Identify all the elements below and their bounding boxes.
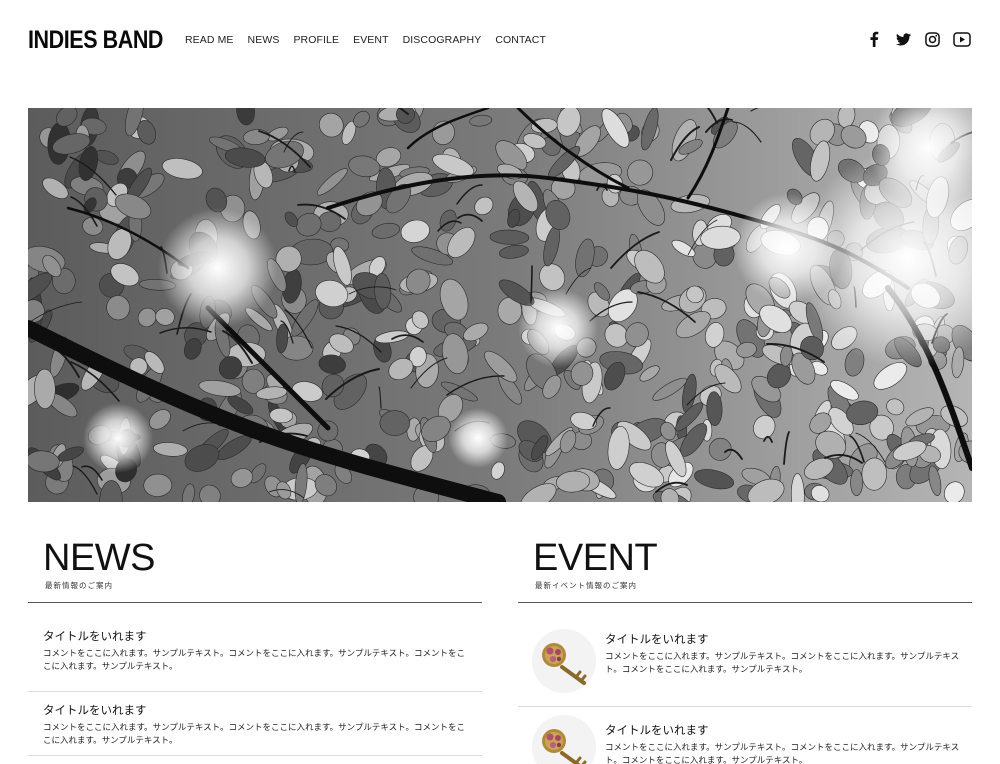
news-divider	[28, 602, 482, 603]
hero-leaf	[850, 469, 863, 497]
nav-item-discography[interactable]: DISCOGRAPHY	[403, 34, 482, 46]
event-item-title[interactable]: タイトルをいれます	[605, 723, 963, 737]
instagram-icon[interactable]	[923, 30, 941, 48]
event-thumbnail[interactable]	[532, 629, 596, 693]
event-section: EVENT 最新イベント情報のご案内 タイトルをいれます コメントをここに入れま…	[518, 536, 972, 764]
youtube-icon[interactable]	[952, 30, 972, 48]
nav-item-news[interactable]: NEWS	[248, 34, 280, 46]
facebook-icon[interactable]	[865, 30, 883, 48]
twitter-icon[interactable]	[894, 30, 912, 48]
nav-item-event[interactable]: EVENT	[353, 34, 389, 46]
event-subtitle: 最新イベント情報のご案内	[535, 581, 637, 590]
news-item[interactable]: タイトルをいれます コメントをここに入れます。サンプルテキスト。コメントをここに…	[28, 629, 482, 692]
event-item[interactable]: タイトルをいれます コメントをここに入れます。サンプルテキスト。コメントをここに…	[518, 629, 972, 707]
site-header: INDIES BAND READ ME NEWS PROFILE EVENT D…	[0, 0, 1000, 80]
key-image	[532, 629, 596, 693]
event-heading: EVENT	[533, 537, 658, 579]
hero-leaf	[33, 368, 56, 409]
event-item[interactable]: タイトルをいれます コメントをここに入れます。サンプルテキスト。コメントをここに…	[518, 707, 972, 764]
news-subtitle: 最新情報のご案内	[45, 581, 113, 590]
event-text: タイトルをいれます コメントをここに入れます。サンプルテキスト。コメントをここに…	[605, 632, 963, 677]
news-item[interactable]: タイトルをいれます コメントをここに入れます。サンプルテキスト。コメントをここに…	[28, 692, 482, 756]
event-thumbnail[interactable]	[532, 715, 596, 764]
event-item-title[interactable]: タイトルをいれます	[605, 632, 963, 646]
event-item-body: コメントをここに入れます。サンプルテキスト。コメントをここに入れます。サンプルテ…	[605, 652, 960, 675]
event-item-body: コメントをここに入れます。サンプルテキスト。コメントをここに入れます。サンプルテ…	[605, 743, 960, 764]
event-divider	[518, 602, 972, 603]
news-item-title[interactable]: タイトルをいれます	[43, 703, 467, 717]
news-list: タイトルをいれます コメントをここに入れます。サンプルテキスト。コメントをここに…	[28, 629, 482, 756]
nav-item-contact[interactable]: CONTACT	[495, 34, 546, 46]
social-links	[865, 30, 972, 48]
news-item-title[interactable]: タイトルをいれます	[43, 629, 467, 643]
site-logo[interactable]: INDIES BAND	[28, 26, 163, 55]
event-text: タイトルをいれます コメントをここに入れます。サンプルテキスト。コメントをここに…	[605, 723, 963, 764]
news-item-body: コメントをここに入れます。サンプルテキスト。コメントをここに入れます。サンプルテ…	[43, 649, 465, 672]
news-heading: NEWS	[43, 537, 156, 579]
key-image	[532, 715, 596, 764]
nav-item-read-me[interactable]: READ ME	[185, 34, 234, 46]
nav-item-profile[interactable]: PROFILE	[293, 34, 339, 46]
event-list: タイトルをいれます コメントをここに入れます。サンプルテキスト。コメントをここに…	[518, 629, 972, 764]
main-nav: READ ME NEWS PROFILE EVENT DISCOGRAPHY C…	[185, 34, 560, 46]
hero-twig	[530, 265, 533, 304]
hero-leaf	[379, 410, 410, 436]
news-section: NEWS 最新情報のご案内 タイトルをいれます コメントをここに入れます。サンプ…	[28, 536, 482, 756]
hero-image	[28, 108, 972, 502]
news-item-body: コメントをここに入れます。サンプルテキスト。コメントをここに入れます。サンプルテ…	[43, 723, 465, 746]
